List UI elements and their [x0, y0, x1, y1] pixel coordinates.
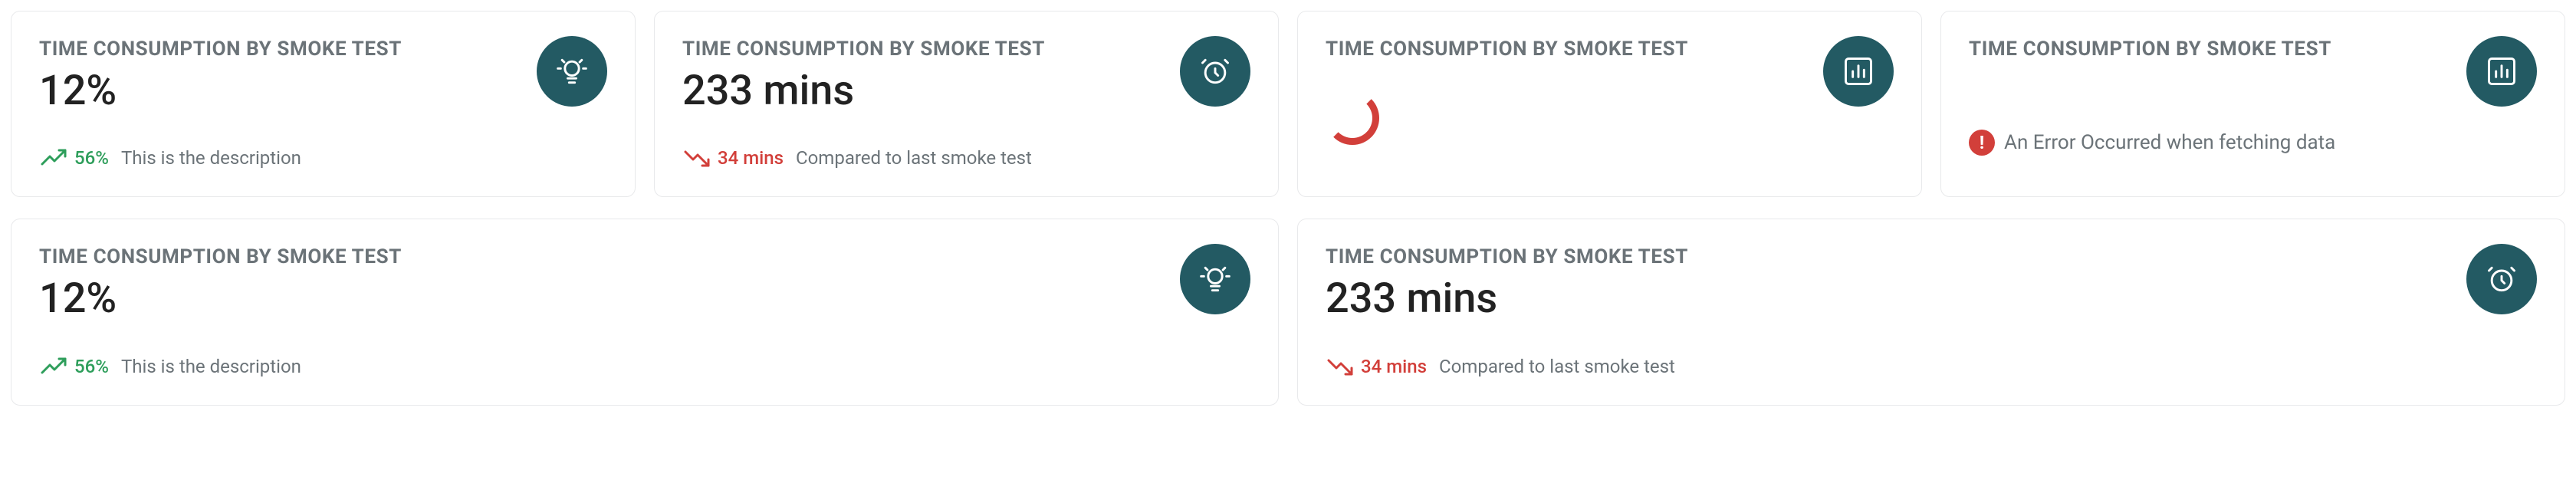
card-value: 233 mins	[1326, 276, 2537, 321]
stat-card-error: TIME CONSUMPTION BY SMOKE TEST ! An Erro…	[1940, 11, 2565, 197]
card-title: TIME CONSUMPTION BY SMOKE TEST	[1326, 38, 1894, 61]
trend-down-icon	[1326, 356, 1356, 377]
card-value: 233 mins	[682, 68, 1250, 113]
card-description: Compared to last smoke test	[796, 147, 1032, 169]
stats-row-1: TIME CONSUMPTION BY SMOKE TEST 12% 56% T…	[0, 0, 2576, 208]
card-title: TIME CONSUMPTION BY SMOKE TEST	[39, 38, 607, 61]
trend-down: 34 mins	[682, 147, 784, 169]
loading-spinner	[1326, 91, 1894, 145]
trend-up: 56%	[39, 147, 109, 169]
stat-card: TIME CONSUMPTION BY SMOKE TEST 233 mins …	[654, 11, 1279, 197]
error-text: An Error Occurred when fetching data	[2004, 131, 2335, 154]
bar-chart-icon	[1823, 36, 1894, 107]
card-value: 12%	[39, 68, 607, 113]
trend-up-icon	[39, 147, 70, 169]
card-title: TIME CONSUMPTION BY SMOKE TEST	[1969, 38, 2537, 61]
lightbulb-icon	[1180, 244, 1250, 314]
clock-icon	[1180, 36, 1250, 107]
trend-down: 34 mins	[1326, 356, 1427, 377]
trend-value: 56%	[74, 147, 109, 169]
card-description: This is the description	[121, 147, 301, 169]
trend-value: 34 mins	[1361, 356, 1427, 377]
card-title: TIME CONSUMPTION BY SMOKE TEST	[39, 245, 1250, 268]
card-sub: 34 mins Compared to last smoke test	[682, 147, 1250, 169]
card-title: TIME CONSUMPTION BY SMOKE TEST	[682, 38, 1250, 61]
trend-value: 56%	[74, 356, 109, 377]
stats-row-2: TIME CONSUMPTION BY SMOKE TEST 12% 56% T…	[0, 208, 2576, 416]
stat-card-loading: TIME CONSUMPTION BY SMOKE TEST	[1297, 11, 1922, 197]
trend-value: 34 mins	[718, 147, 784, 169]
trend-up: 56%	[39, 356, 109, 377]
card-value: 12%	[39, 276, 1250, 321]
bar-chart-icon	[2466, 36, 2537, 107]
card-sub: 56% This is the description	[39, 147, 607, 169]
trend-down-icon	[682, 147, 713, 169]
stat-card: TIME CONSUMPTION BY SMOKE TEST 12% 56% T…	[11, 219, 1279, 405]
card-description: Compared to last smoke test	[1439, 356, 1675, 377]
lightbulb-icon	[537, 36, 607, 107]
card-sub: 56% This is the description	[39, 356, 1250, 377]
trend-up-icon	[39, 356, 70, 377]
clock-icon	[2466, 244, 2537, 314]
stat-card: TIME CONSUMPTION BY SMOKE TEST 12% 56% T…	[11, 11, 636, 197]
card-title: TIME CONSUMPTION BY SMOKE TEST	[1326, 245, 2537, 268]
stat-card: TIME CONSUMPTION BY SMOKE TEST 233 mins …	[1297, 219, 2565, 405]
error-message: ! An Error Occurred when fetching data	[1969, 130, 2537, 156]
card-sub: 34 mins Compared to last smoke test	[1326, 356, 2537, 377]
error-icon: !	[1969, 130, 1995, 156]
card-description: This is the description	[121, 356, 301, 377]
